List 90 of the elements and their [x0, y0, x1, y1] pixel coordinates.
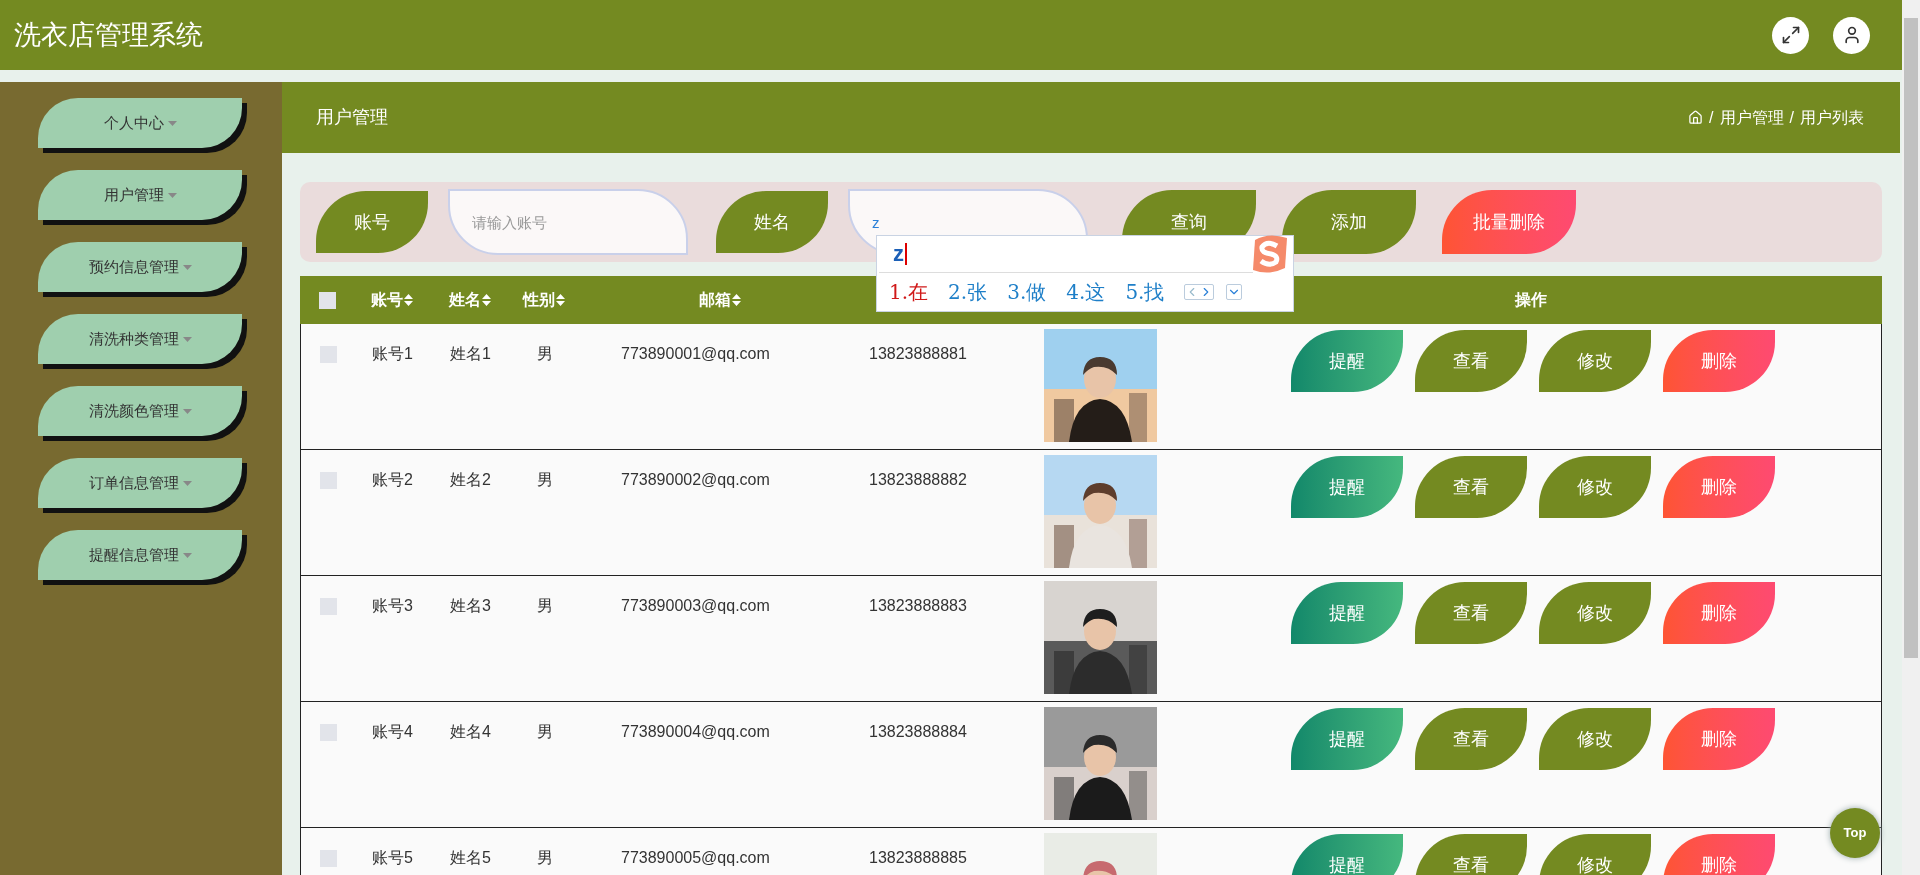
caret-icon: [167, 192, 177, 198]
action-button[interactable]: 查看: [1415, 330, 1527, 392]
table-cell: 姓名2: [450, 471, 491, 488]
action-button[interactable]: 查看: [1415, 708, 1527, 770]
fullscreen-button[interactable]: [1772, 16, 1809, 54]
action-button[interactable]: 修改: [1539, 456, 1651, 518]
action-button[interactable]: 删除: [1663, 456, 1775, 518]
table-cell: 男: [537, 723, 553, 740]
action-button[interactable]: 提醒: [1291, 708, 1403, 770]
field-label: 姓名: [716, 191, 828, 253]
user-button[interactable]: [1833, 16, 1870, 54]
caret-icon: [182, 408, 192, 414]
action-button[interactable]: 查看: [1415, 834, 1527, 875]
row-checkbox[interactable]: [320, 850, 337, 867]
action-button[interactable]: 修改: [1539, 834, 1651, 875]
column-header[interactable]: 邮箱: [699, 288, 741, 312]
ime-candidate[interactable]: 5.找: [1125, 277, 1165, 307]
action-button[interactable]: 删除: [1663, 834, 1775, 875]
action-button[interactable]: 提醒: [1291, 834, 1403, 875]
table-cell: 账号1: [372, 345, 413, 362]
action-button[interactable]: 提醒: [1291, 456, 1403, 518]
caret-icon: [182, 480, 192, 486]
app-title: 洗衣店管理系统: [14, 18, 203, 52]
select-all-checkbox[interactable]: [319, 291, 336, 309]
table-cell: 账号2: [372, 471, 413, 488]
table-cell: 姓名4: [450, 723, 491, 740]
ime-candidate[interactable]: 2.张: [948, 277, 988, 307]
row-checkbox[interactable]: [320, 346, 337, 363]
expand-icon: [1780, 25, 1801, 45]
table-cell: 13823888884: [869, 723, 967, 740]
action-button[interactable]: 修改: [1539, 708, 1651, 770]
sort-icon[interactable]: [556, 294, 565, 306]
ime-composition: z: [893, 243, 907, 265]
search-field[interactable]: 请输入账号: [448, 189, 688, 255]
table-cell: 13823888882: [869, 471, 967, 488]
action-button[interactable]: 修改: [1539, 330, 1651, 392]
table-cell: 13823888881: [869, 345, 967, 362]
row-checkbox[interactable]: [320, 724, 337, 741]
table-cell: 姓名5: [450, 849, 491, 866]
breadcrumb-separator: /: [1709, 107, 1714, 128]
table-cell: 773890001@qq.com: [621, 345, 770, 362]
field-label: 账号: [316, 191, 428, 253]
action-button[interactable]: 查看: [1415, 456, 1527, 518]
row-checkbox[interactable]: [320, 598, 337, 615]
table-cell: 773890003@qq.com: [621, 597, 770, 614]
table-cell: 姓名1: [450, 345, 491, 362]
ime-candidate[interactable]: 4.这: [1066, 277, 1106, 307]
table-cell: 男: [537, 345, 553, 362]
table-cell: 账号3: [372, 597, 413, 614]
column-header: 操作: [1515, 290, 1547, 310]
action-button[interactable]: 修改: [1539, 582, 1651, 644]
table-cell: 773890005@qq.com: [621, 849, 770, 866]
table-cell: 13823888883: [869, 597, 967, 614]
search-button[interactable]: 添加: [1282, 190, 1416, 254]
breadcrumb-link[interactable]: 用户列表: [1800, 105, 1864, 130]
action-button[interactable]: 提醒: [1291, 582, 1403, 644]
table-cell: 13823888885: [869, 849, 967, 866]
sort-icon[interactable]: [482, 294, 491, 306]
expand-candidates-icon[interactable]: [1226, 284, 1243, 300]
search-button[interactable]: 批量删除: [1442, 190, 1576, 254]
table-cell: 男: [537, 471, 553, 488]
column-header[interactable]: 性别: [523, 288, 565, 312]
caret-icon: [167, 120, 177, 126]
ime-candidate[interactable]: 1.在: [889, 277, 929, 307]
page-title: 用户管理: [316, 106, 388, 129]
sort-icon[interactable]: [732, 294, 741, 306]
ime-candidate[interactable]: 3.做: [1007, 277, 1047, 307]
breadcrumb-separator: /: [1789, 107, 1794, 128]
action-button[interactable]: 查看: [1415, 582, 1527, 644]
table-cell: 男: [537, 597, 553, 614]
table-cell: 773890004@qq.com: [621, 723, 770, 740]
caret-icon: [182, 264, 192, 270]
table-cell: 账号5: [372, 849, 413, 866]
page-arrows-icon[interactable]: [1184, 284, 1215, 300]
action-button[interactable]: 删除: [1663, 582, 1775, 644]
table-cell: 男: [537, 849, 553, 866]
breadcrumb-link[interactable]: 用户管理: [1719, 105, 1784, 130]
table-cell: 773890002@qq.com: [621, 471, 770, 488]
row-checkbox[interactable]: [320, 472, 337, 489]
action-button[interactable]: 提醒: [1291, 330, 1403, 392]
action-button[interactable]: 删除: [1663, 708, 1775, 770]
table-cell: 姓名3: [450, 597, 491, 614]
caret-icon: [182, 552, 192, 558]
column-header[interactable]: 姓名: [449, 288, 491, 312]
column-header[interactable]: 账号: [371, 288, 413, 312]
home-icon[interactable]: [1688, 110, 1704, 125]
caret-icon: [182, 336, 192, 342]
table-cell: 账号4: [372, 723, 413, 740]
action-button[interactable]: 删除: [1663, 330, 1775, 392]
sort-icon[interactable]: [404, 294, 413, 306]
